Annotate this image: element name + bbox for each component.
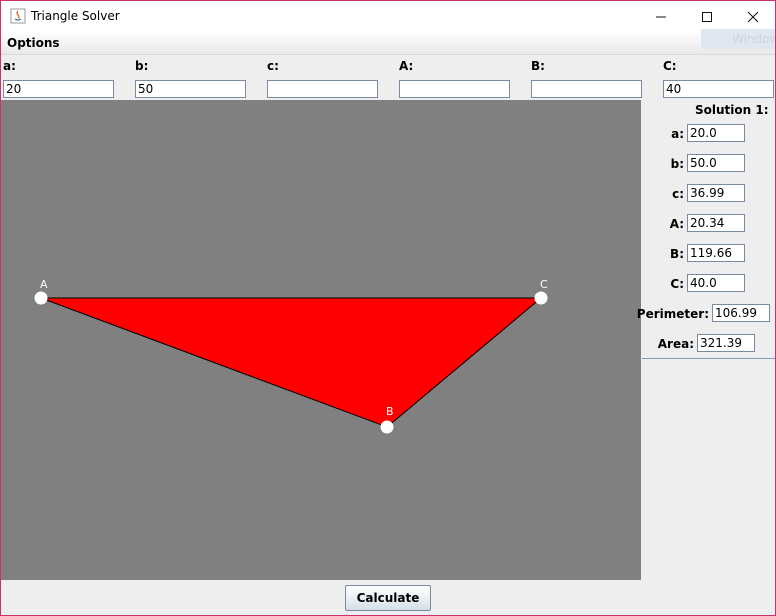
solution-label-c: c:: [672, 187, 684, 201]
solution-label-b: b:: [670, 157, 684, 171]
minimize-button[interactable]: [638, 1, 684, 32]
solution-label-angle-c: C:: [670, 277, 684, 291]
solution-value-angle-c[interactable]: 40.0: [687, 274, 745, 292]
solution-value-a[interactable]: 20.0: [687, 124, 745, 142]
solution-value-area[interactable]: 321.39: [697, 334, 755, 352]
minimize-icon: [656, 16, 666, 17]
menu-options[interactable]: Options: [7, 36, 60, 50]
solution-label-a: a:: [671, 127, 684, 141]
solution-panel: Solution 1: a: 20.0 b: 50.0 c: 36.99 A: …: [637, 100, 775, 359]
app-window: Triangle Solver Options Window a: 20 b: …: [0, 0, 776, 616]
vertex-a-label: A: [40, 278, 48, 291]
close-button[interactable]: [730, 1, 775, 32]
label-angle-a: A:: [399, 59, 414, 73]
calculate-button[interactable]: Calculate: [345, 585, 431, 611]
solution-value-b[interactable]: 50.0: [687, 154, 745, 172]
solution-label-angle-b: B:: [670, 247, 684, 261]
close-icon: [747, 11, 759, 22]
label-angle-b: B:: [531, 59, 545, 73]
menu-bar: Options Window: [1, 29, 775, 55]
label-side-b: b:: [135, 59, 149, 73]
triangle-canvas[interactable]: A C B: [1, 100, 641, 580]
input-angle-c[interactable]: 40: [663, 80, 774, 98]
java-icon: [10, 8, 26, 24]
solution-value-c[interactable]: 36.99: [687, 184, 745, 202]
solution-label-perimeter: Perimeter:: [636, 307, 709, 321]
vertex-c-handle[interactable]: [534, 291, 548, 305]
label-side-a: a:: [3, 59, 16, 73]
input-angle-a[interactable]: [399, 80, 510, 98]
vertex-c-label: C: [540, 278, 548, 291]
vertex-a-handle[interactable]: [34, 291, 48, 305]
solution-value-perimeter[interactable]: 106.99: [712, 304, 770, 322]
ghost-window-tab: Window: [701, 29, 775, 49]
maximize-icon: [702, 11, 712, 22]
solution-title: Solution 1:: [695, 103, 769, 117]
input-side-c[interactable]: [267, 80, 378, 98]
solution-value-angle-b[interactable]: 119.66: [687, 244, 745, 262]
triangle-shape: [40, 297, 543, 428]
triangle-drawing: A C B: [34, 278, 548, 434]
solution-label-area: Area:: [657, 337, 694, 351]
vertex-b-label: B: [386, 405, 394, 418]
input-side-a[interactable]: 20: [3, 80, 114, 98]
vertex-b-handle[interactable]: [380, 420, 394, 434]
input-row: a: 20 b: 50 c: A: B: C: 40: [1, 55, 775, 101]
input-side-b[interactable]: 50: [135, 80, 246, 98]
window-title: Triangle Solver: [31, 9, 120, 23]
solution-value-angle-a[interactable]: 20.34: [687, 214, 745, 232]
solution-label-angle-a: A:: [669, 217, 684, 231]
title-bar: Triangle Solver: [1, 1, 775, 32]
input-angle-b[interactable]: [531, 80, 642, 98]
label-angle-c: C:: [663, 59, 677, 73]
maximize-button[interactable]: [684, 1, 730, 32]
label-side-c: c:: [267, 59, 279, 73]
